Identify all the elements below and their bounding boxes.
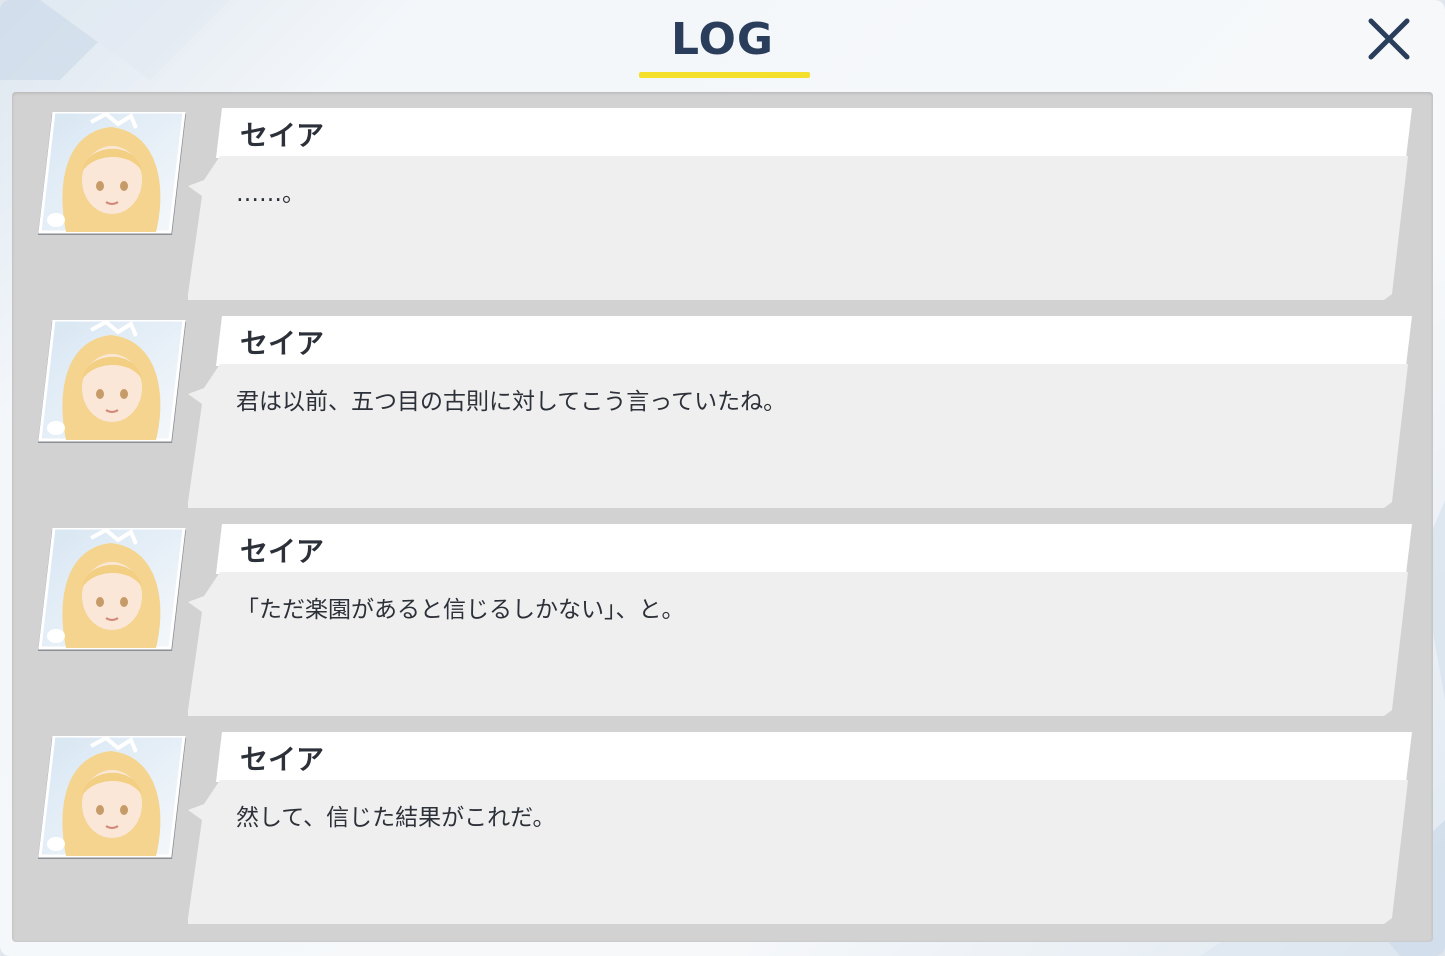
speaker-name-bar: セイア [216, 524, 1412, 574]
speaker-name: セイア [240, 119, 325, 152]
speaker-name: セイア [240, 535, 325, 568]
log-entry: セイア ……。 [12, 92, 1433, 300]
message-text: 君は以前、五つ目の古則に対してこう言っていたね。 [236, 389, 787, 415]
page-title: LOG [671, 14, 774, 65]
log-entry: セイア 君は以前、五つ目の古則に対してこう言っていたね。 [12, 300, 1433, 508]
character-portrait-icon [36, 318, 186, 445]
log-entry: セイア 「ただ楽園があると信じるしかない」、と。 [12, 508, 1433, 716]
character-portrait-icon [36, 110, 186, 237]
speaker-name: セイア [240, 743, 325, 776]
message-bubble: 然して、信じた結果がこれだ。 [186, 780, 1412, 924]
close-button[interactable] [1362, 12, 1416, 66]
log-entry: セイア 然して、信じた結果がこれだ。 [12, 716, 1433, 924]
speaker-name: セイア [240, 327, 325, 360]
speaker-name-bar: セイア [216, 732, 1412, 782]
message-bubble: 君は以前、五つ目の古則に対してこう言っていたね。 [186, 364, 1412, 508]
message-bubble: ……。 [186, 156, 1412, 300]
close-icon [1368, 18, 1410, 60]
message-text: 「ただ楽園があると信じるしかない」、と。 [236, 597, 685, 623]
header-bar: LOG [0, 0, 1445, 80]
log-window: LOG セイア ……。 セイア 君は以前、五つ目の古則に対してこう言っていたね。… [0, 0, 1445, 956]
message-text: ……。 [236, 181, 305, 207]
title-underline [639, 72, 810, 78]
speaker-name-bar: セイア [216, 316, 1412, 366]
message-bubble: 「ただ楽園があると信じるしかない」、と。 [186, 572, 1412, 716]
log-list[interactable]: セイア ……。 セイア 君は以前、五つ目の古則に対してこう言っていたね。 セイア… [12, 92, 1433, 942]
speaker-name-bar: セイア [216, 108, 1412, 158]
message-text: 然して、信じた結果がこれだ。 [236, 805, 556, 831]
character-portrait-icon [36, 526, 186, 653]
character-portrait-icon [36, 734, 186, 861]
